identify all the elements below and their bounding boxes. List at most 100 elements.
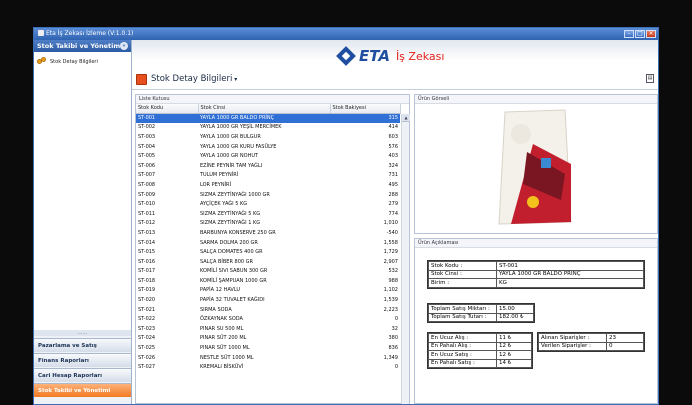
cell-stok-kodu: ST-015: [138, 249, 156, 256]
list-scrollbar[interactable]: ▲: [401, 114, 410, 404]
cell-stok-kodu: ST-006: [138, 162, 156, 169]
brand-name: ETA: [359, 47, 390, 65]
product-info-box: Stok Kodu : ST-001 Stok Cinsi : YAYLA 1000 …: [427, 260, 645, 289]
column-header-stok-cinsi[interactable]: Stok Cinsi: [198, 104, 331, 114]
nav-button-stok-takibi[interactable]: Stok Takibi ve Yönetimi: [34, 383, 131, 397]
cell-stok-bakiyesi: 988: [388, 277, 398, 284]
cell-stok-kodu: ST-003: [138, 133, 156, 140]
column-header-stok-bakiyesi[interactable]: Stok Bakiyesi: [330, 104, 401, 114]
cell-stok-kodu: ST-025: [138, 345, 156, 352]
table-row[interactable]: ST-022 ÖZKAYNAK SODA 0: [136, 314, 400, 324]
cell-stok-cinsi: PAPİA 12 HAVLU: [200, 287, 241, 294]
cell-stok-bakiyesi: 414: [388, 124, 398, 131]
cell-stok-bakiyesi: 2,907: [383, 258, 398, 265]
sidebar: Stok Takibi ve Yönetimi « Stok Detay Bil…: [34, 40, 132, 404]
column-header-stok-kodu[interactable]: Stok Kodu: [136, 104, 199, 114]
cell-stok-bakiyesi: 774: [388, 210, 398, 217]
nav-button-finans[interactable]: Finans Raporları: [34, 353, 131, 367]
maximize-button[interactable]: □: [635, 30, 645, 38]
cell-stok-bakiyesi: 288: [388, 191, 398, 198]
cell-stok-kodu: ST-016: [138, 258, 156, 265]
table-row[interactable]: ST-011 SIZMA ZEYTİNYAĞI 5 KG 774: [136, 209, 400, 219]
nav-button-cari-hesap[interactable]: Cari Hesap Raporları: [34, 368, 131, 382]
table-row[interactable]: ST-013 BARBUNYA KONSERVE 250 GR -540: [136, 228, 400, 238]
sales-value: 15.00: [496, 304, 534, 314]
table-row[interactable]: ST-001 YAYLA 1000 GR BALDO PRİNÇ 315: [136, 113, 400, 123]
image-panel-title: Ürün Görseli: [415, 95, 657, 104]
price-row: En Ucuz Alış :11 ₺: [428, 333, 532, 343]
info-label: Stok Cinsi :: [428, 269, 497, 279]
info-value: KG: [496, 278, 644, 288]
cell-stok-kodu: ST-027: [138, 364, 156, 371]
table-row[interactable]: ST-003 YAYLA 1000 GR BULGUR 603: [136, 132, 400, 142]
table-row[interactable]: ST-004 YAYLA 1000 GR KURU FASÜLYE 576: [136, 142, 400, 152]
scroll-up-icon[interactable]: ▲: [402, 114, 410, 122]
table-row[interactable]: ST-019 PAPİA 12 HAVLU 1,102: [136, 286, 400, 296]
cell-stok-bakiyesi: 603: [388, 133, 398, 140]
table-row[interactable]: ST-020 PAPİA 32 TUVALET KAĞIDI 1,539: [136, 295, 400, 305]
table-row[interactable]: ST-006 EZİNE PEYNİR TAM YAĞLI 324: [136, 161, 400, 171]
cell-stok-bakiyesi: 1,558: [383, 239, 398, 246]
table-row[interactable]: ST-025 PINAR SÜT 1000 ML 836: [136, 343, 400, 353]
table-row[interactable]: ST-008 LOR PEYNİRİ 495: [136, 180, 400, 190]
price-box: En Ucuz Alış :11 ₺ En Pahalı Alış :12 ₺ En…: [427, 332, 533, 369]
cell-stok-kodu: ST-021: [138, 306, 156, 313]
title-bar: Eta İş Zekası İzleme (V:1.0.1) – □ ×: [34, 28, 658, 40]
cell-stok-bakiyesi: 1,729: [383, 249, 398, 256]
table-row[interactable]: ST-009 SIZMA ZEYTİNYAĞI 1000 GR 288: [136, 190, 400, 200]
cell-stok-cinsi: SIZMA ZEYTİNYAĞI 1000 GR: [200, 191, 270, 198]
cell-stok-cinsi: YAYLA 1000 GR NOHUT: [200, 153, 259, 160]
close-button[interactable]: ×: [646, 30, 656, 38]
table-row[interactable]: ST-010 AYÇİÇEK YAĞI 5 KG 279: [136, 199, 400, 209]
cell-stok-kodu: ST-001: [136, 113, 198, 123]
export-icon[interactable]: ▤: [646, 74, 654, 83]
cell-stok-bakiyesi: 0: [394, 316, 398, 323]
cell-stok-cinsi: ÖZKAYNAK SODA: [200, 316, 243, 323]
table-row[interactable]: ST-018 KOMİLİ ŞAMPUAN 1000 GR 988: [136, 276, 400, 286]
cell-stok-cinsi: SIRMA SODA: [200, 306, 232, 313]
sidebar-item-stok-detay[interactable]: Stok Detay Bilgileri: [34, 52, 131, 71]
collapse-icon[interactable]: «: [120, 42, 128, 50]
cell-stok-cinsi: AYÇİÇEK YAĞI 5 KG: [200, 201, 248, 208]
cell-stok-cinsi: YAYLA 1000 GR BALDO PRİNÇ: [198, 113, 330, 123]
cell-stok-kodu: ST-024: [138, 335, 156, 342]
cell-stok-bakiyesi: 1,349: [383, 354, 398, 361]
eta-logo: ETA İş Zekası: [336, 46, 444, 66]
minimize-button[interactable]: –: [624, 30, 634, 38]
table-row[interactable]: ST-017 KOMİLİ SIVI SABUN 300 GR 532: [136, 267, 400, 277]
sales-row: Toplam Satış Tutarı :182.00 ₺: [428, 312, 534, 322]
order-label: Verilen Siparişler :: [538, 341, 607, 351]
info-row: Stok Kodu : ST-001: [428, 261, 644, 271]
order-row: Verilen Siparişler :0: [538, 341, 644, 351]
info-label: Birim :: [428, 278, 497, 288]
table-row[interactable]: ST-023 PINAR SU 500 ML 32: [136, 324, 400, 334]
table-row[interactable]: ST-021 SIRMA SODA 2,223: [136, 305, 400, 315]
table-row[interactable]: ST-002 YAYLA 1000 GR YEŞİL MERCİMEK 414: [136, 123, 400, 133]
eta-diamond-icon: [336, 46, 356, 66]
table-row[interactable]: ST-005 YAYLA 1000 GR NOHUT 403: [136, 151, 400, 161]
cell-stok-cinsi: BARBUNYA KONSERVE 250 GR: [200, 229, 276, 236]
table-row[interactable]: ST-027 KREMALI BİSKÜVİ 0: [136, 362, 400, 372]
table-row[interactable]: ST-015 SALÇA DOMATES 400 GR 1,729: [136, 247, 400, 257]
table-row[interactable]: ST-007 TULUM PEYNİRİ 731: [136, 171, 400, 181]
dropdown-icon[interactable]: ▾: [232, 76, 237, 83]
cell-stok-kodu: ST-009: [138, 191, 156, 198]
cell-stok-cinsi: PAPİA 32 TUVALET KAĞIDI: [200, 297, 265, 304]
price-row: En Pahalı Alış :12 ₺: [428, 341, 532, 351]
product-description-panel: Ürün Açıklaması Stok Kodu : ST-001 Stok Ci…: [414, 238, 658, 404]
cell-stok-cinsi: YAYLA 1000 GR KURU FASÜLYE: [200, 143, 277, 150]
stock-table: Stok Kodu Stok Cinsi Stok Bakiyesi ST-00…: [136, 104, 401, 372]
table-row[interactable]: ST-014 SARMA DOLMA 200 GR 1,558: [136, 238, 400, 248]
cell-stok-bakiyesi: 403: [388, 153, 398, 160]
sidebar-splitter[interactable]: ......: [34, 330, 131, 336]
cell-stok-bakiyesi: 1,539: [383, 297, 398, 304]
table-row[interactable]: ST-012 SIZMA ZEYTİNYAĞI 1 KG 1,010: [136, 219, 400, 229]
cell-stok-bakiyesi: -540: [386, 229, 398, 236]
cell-stok-bakiyesi: 315: [330, 113, 400, 123]
cell-stok-kodu: ST-014: [138, 239, 156, 246]
table-row[interactable]: ST-026 NESTLE SÜT 1000 ML 1,349: [136, 353, 400, 363]
table-row[interactable]: ST-016 SALÇA BİBER 800 GR 2,907: [136, 257, 400, 267]
cell-stok-cinsi: TULUM PEYNİRİ: [200, 172, 239, 179]
nav-button-pazarlama[interactable]: Pazarlama ve Satış: [34, 338, 131, 352]
table-row[interactable]: ST-024 PINAR SÜT 200 ML 380: [136, 334, 400, 344]
